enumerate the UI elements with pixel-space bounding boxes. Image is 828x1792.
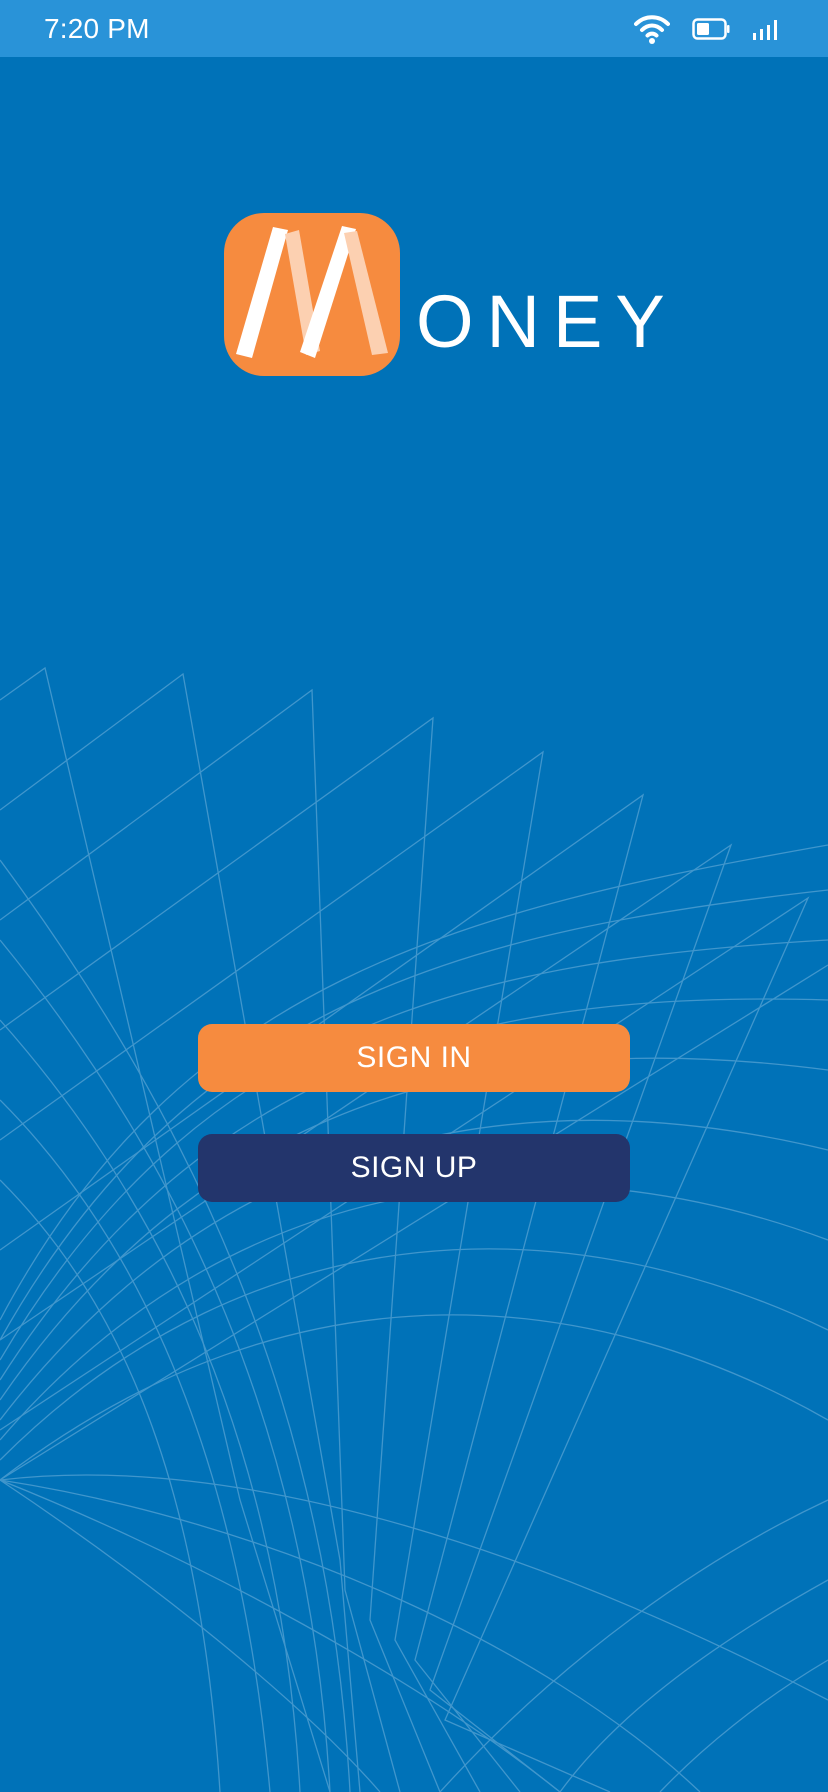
welcome-screen: 7:20 PM ONEY SIGN IN SIGN UP — [0, 0, 828, 1792]
sign-up-button[interactable]: SIGN UP — [198, 1134, 630, 1202]
status-bar: 7:20 PM — [0, 0, 828, 57]
sign-in-button[interactable]: SIGN IN — [198, 1024, 630, 1092]
wifi-icon — [634, 14, 670, 44]
battery-icon — [692, 18, 730, 40]
money-logo-icon — [224, 213, 400, 376]
logo-wordmark: ONEY — [416, 280, 678, 363]
app-logo: ONEY — [224, 213, 665, 377]
signal-icon — [752, 17, 782, 41]
status-time: 7:20 PM — [44, 13, 150, 44]
status-icons — [634, 12, 782, 46]
